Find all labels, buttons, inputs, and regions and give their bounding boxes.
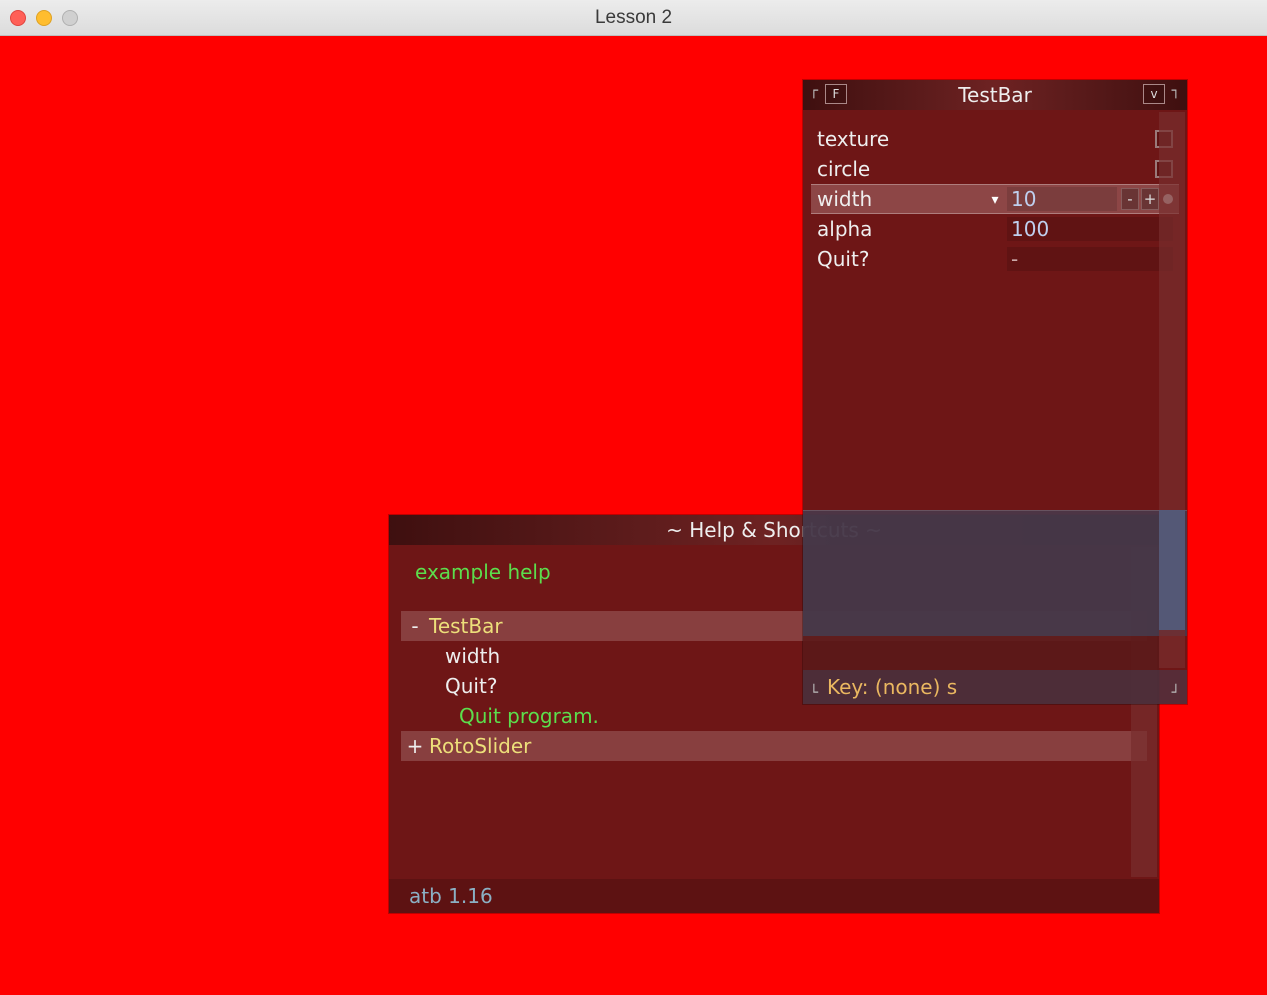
width-decrement-button[interactable]: - bbox=[1121, 188, 1139, 210]
row-texture[interactable]: texture bbox=[811, 124, 1179, 154]
testbar-panel[interactable]: ┌ F TestBar v ┐ texture circle width 1 bbox=[803, 80, 1187, 704]
expand-icon[interactable]: + bbox=[405, 734, 425, 758]
fold-icon[interactable]: F bbox=[825, 84, 847, 104]
corner-bl-icon[interactable]: └ bbox=[805, 684, 823, 702]
help-item-quit-desc: Quit program. bbox=[401, 701, 1147, 731]
testbar-footer-label: Key: (none) s bbox=[827, 675, 957, 699]
corner-br-icon[interactable]: ┘ bbox=[1167, 684, 1185, 702]
traffic-lights bbox=[10, 10, 78, 26]
width-value[interactable]: 10 bbox=[1007, 187, 1117, 211]
opengl-canvas: ~ Help & Shortcuts ~ example help - Test… bbox=[0, 36, 1267, 995]
testbar-footer: └ Key: (none) s ┘ bbox=[803, 670, 1187, 704]
help-section-rotoslider[interactable]: + RotoSlider bbox=[401, 731, 1147, 761]
row-quit-label: Quit? bbox=[817, 247, 1007, 271]
quit-value[interactable]: - bbox=[1007, 247, 1173, 271]
window-titlebar: Lesson 2 bbox=[0, 0, 1267, 36]
row-alpha[interactable]: alpha 100 bbox=[811, 214, 1179, 244]
testbar-scrollbar[interactable] bbox=[1159, 112, 1185, 668]
window-title: Lesson 2 bbox=[595, 7, 672, 29]
close-icon[interactable] bbox=[10, 10, 26, 26]
width-increment-button[interactable]: + bbox=[1141, 188, 1159, 210]
corner-tl-icon[interactable]: ┌ bbox=[805, 82, 823, 100]
testbar-detail-area bbox=[803, 510, 1187, 636]
row-circle-label: circle bbox=[817, 157, 1007, 181]
alpha-value[interactable]: 100 bbox=[1007, 217, 1173, 241]
help-section-rotoslider-label: RotoSlider bbox=[429, 734, 531, 758]
row-circle[interactable]: circle bbox=[811, 154, 1179, 184]
corner-tr-icon[interactable]: ┐ bbox=[1167, 82, 1185, 100]
help-footer-label: atb 1.16 bbox=[409, 884, 493, 908]
help-footer: atb 1.16 bbox=[389, 879, 1159, 913]
collapse-icon[interactable]: - bbox=[405, 614, 425, 638]
row-texture-label: texture bbox=[817, 127, 1007, 151]
minimize-panel-icon[interactable]: v bbox=[1143, 84, 1165, 104]
help-section-testbar-label: TestBar bbox=[429, 614, 503, 638]
row-alpha-label: alpha bbox=[817, 217, 1007, 241]
row-quit[interactable]: Quit? - bbox=[811, 244, 1179, 274]
minimize-icon[interactable] bbox=[36, 10, 52, 26]
testbar-title-label: TestBar bbox=[958, 83, 1032, 107]
caret-icon: ▾ bbox=[991, 196, 998, 204]
testbar-title[interactable]: ┌ F TestBar v ┐ bbox=[803, 80, 1187, 110]
zoom-icon[interactable] bbox=[62, 10, 78, 26]
row-width-label: width bbox=[817, 187, 1007, 211]
